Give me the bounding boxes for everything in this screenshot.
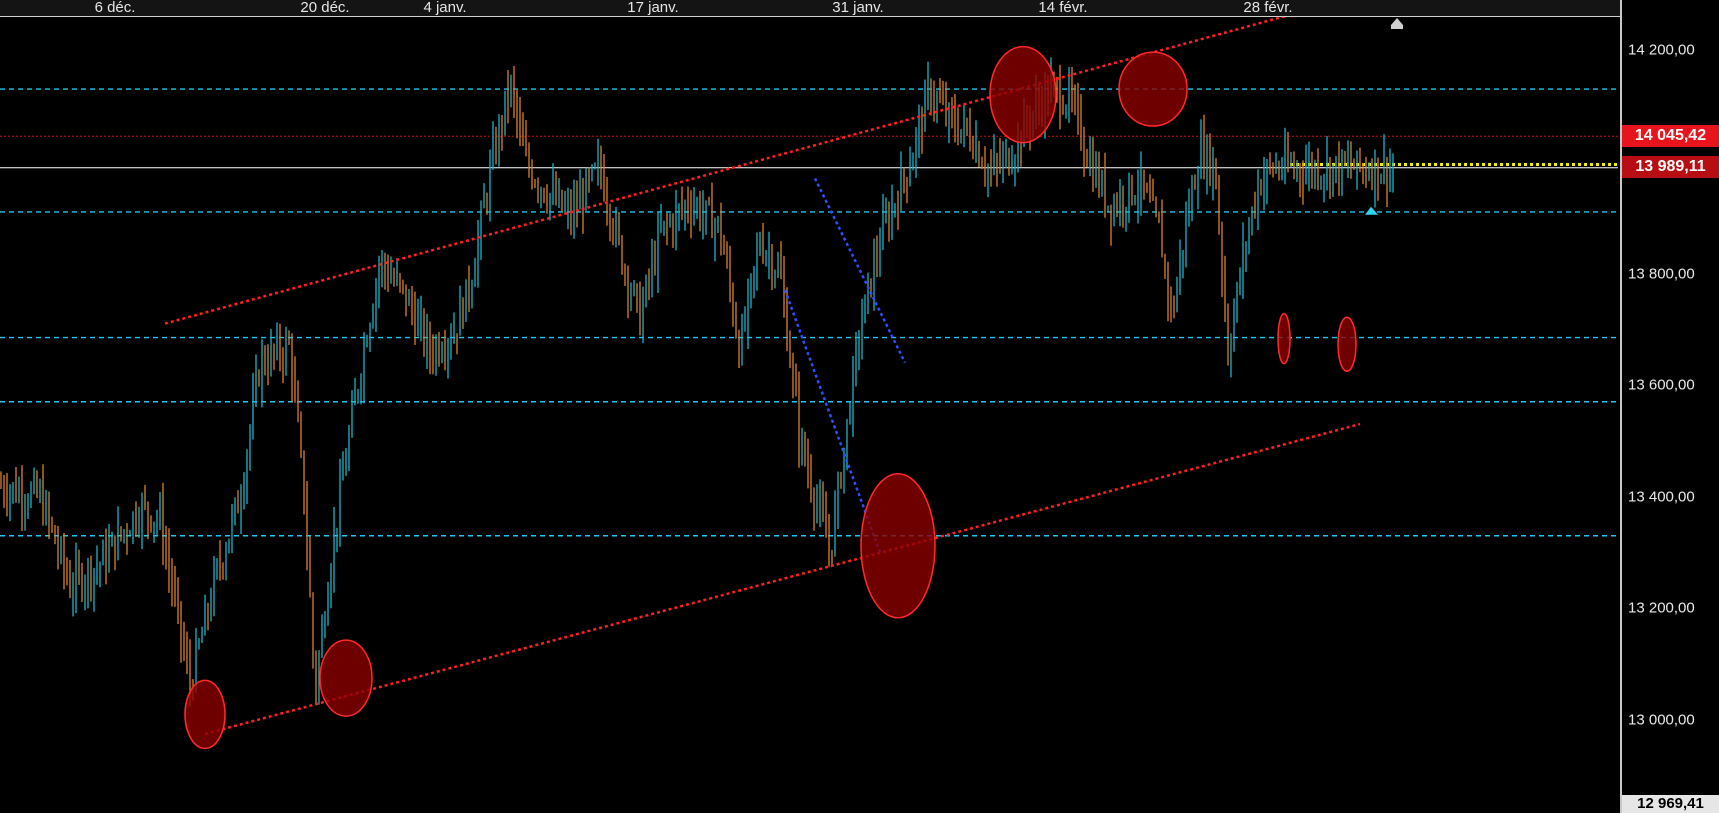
reversal-zone-ellipse [860,473,936,619]
time-axis: 6 déc. 20 déc. 4 janv. 17 janv. 31 janv.… [0,0,1620,17]
last-price-tag: 13 989,11 [1622,156,1719,178]
x-tick-label: 4 janv. [423,0,467,16]
x-tick-label: 17 janv. [627,0,679,16]
reversal-zone-ellipse [989,45,1057,144]
price-scale[interactable] [1620,0,1719,813]
low-price-tag: 12 969,41 [1622,795,1719,813]
price-chart[interactable] [0,17,1620,813]
x-tick-label: 31 janv. [832,0,884,16]
event-marker-icon[interactable] [1391,18,1403,25]
reversal-zone-ellipse [184,679,226,750]
event-marker-base [1391,25,1403,29]
reversal-zone-ellipse [1277,312,1291,365]
x-tick-label: 20 déc. [300,0,350,16]
y-tick-label: 13 600,00 [1628,376,1695,394]
y-tick-label: 13 800,00 [1628,265,1695,283]
reversal-zone-ellipse [1337,316,1357,372]
last-high-price-tag: 14 045,42 [1622,125,1719,147]
x-tick-label: 14 févr. [1038,0,1088,16]
reversal-zone-ellipse [1118,51,1188,127]
y-tick-label: 13 200,00 [1628,599,1695,617]
x-tick-label: 28 févr. [1243,0,1293,16]
y-tick-label: 13 000,00 [1628,711,1695,729]
signal-triangle-icon [1365,206,1378,215]
y-tick-label: 14 200,00 [1628,41,1695,59]
reversal-zone-ellipse [319,639,373,717]
y-tick-label: 13 400,00 [1628,488,1695,506]
x-tick-label: 6 déc. [94,0,136,16]
lower-trendline [204,422,1361,736]
